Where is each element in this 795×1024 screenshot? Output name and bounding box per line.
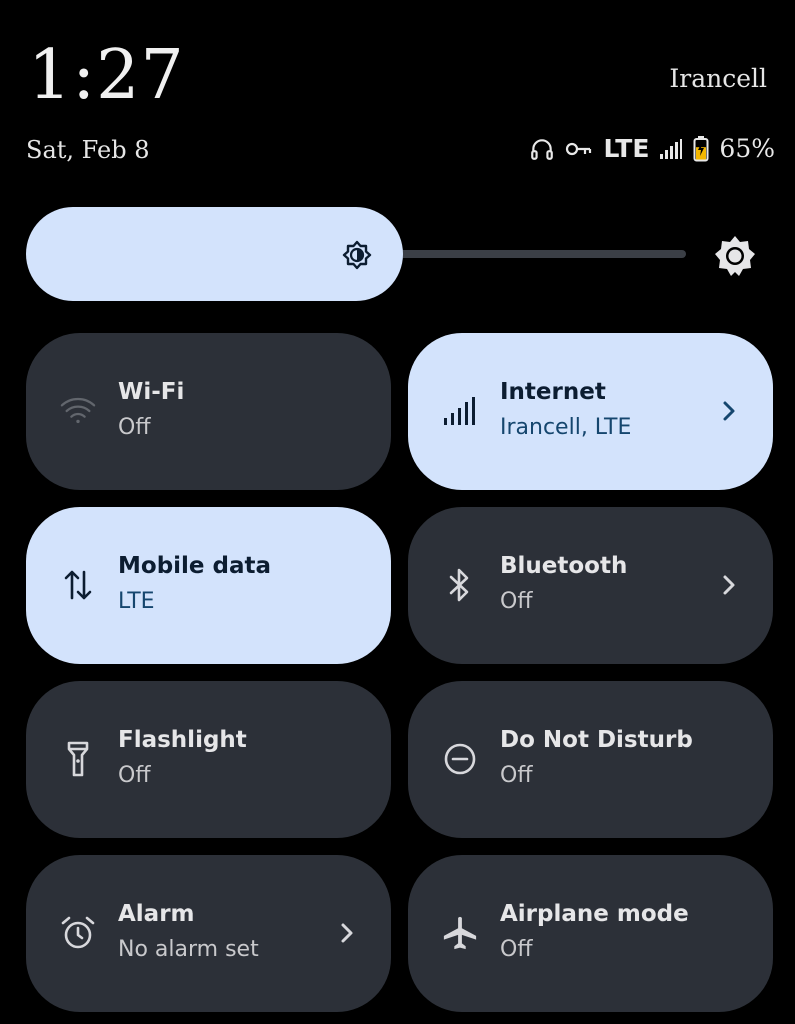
- tile-alarm-title: Alarm: [118, 901, 195, 927]
- network-type: LTE: [603, 134, 650, 163]
- do-not-disturb-icon: [442, 741, 478, 777]
- battery-charging-icon: [693, 135, 709, 162]
- airplane-icon: [442, 915, 478, 951]
- status-bar: LTE 65%: [529, 134, 775, 163]
- signal-bars-icon: [442, 393, 478, 429]
- headphones-icon: [529, 136, 555, 162]
- tile-bluetooth-status: Off: [500, 589, 533, 614]
- alarm-icon: [60, 915, 96, 951]
- brightness-auto-icon: [341, 239, 373, 275]
- tile-mobile-data[interactable]: Mobile data LTE: [26, 507, 391, 664]
- date-label[interactable]: Sat, Feb 8: [26, 136, 149, 164]
- tile-internet[interactable]: Internet Irancell, LTE: [408, 333, 773, 490]
- clock-time[interactable]: 1:27: [28, 36, 185, 116]
- tile-internet-title: Internet: [500, 379, 606, 405]
- tile-dnd-status: Off: [500, 763, 533, 788]
- quick-settings-grid: Wi-Fi Off Internet Irancell, LTE Mobile …: [26, 333, 773, 1012]
- bluetooth-icon: [442, 567, 478, 603]
- tile-airplane-title: Airplane mode: [500, 901, 689, 927]
- tile-bluetooth-title: Bluetooth: [500, 553, 628, 579]
- chevron-right-icon[interactable]: [717, 395, 741, 427]
- tile-flashlight[interactable]: Flashlight Off: [26, 681, 391, 838]
- brightness-settings-icon[interactable]: [712, 233, 758, 283]
- tile-flashlight-title: Flashlight: [118, 727, 247, 753]
- tile-flashlight-status: Off: [118, 763, 151, 788]
- tile-alarm-status: No alarm set: [118, 937, 259, 962]
- tile-internet-status: Irancell, LTE: [500, 415, 632, 440]
- tile-wifi[interactable]: Wi-Fi Off: [26, 333, 391, 490]
- tile-airplane-mode[interactable]: Airplane mode Off: [408, 855, 773, 1012]
- carrier-name: Irancell: [669, 64, 767, 93]
- mobile-data-icon: [60, 567, 96, 603]
- tile-bluetooth[interactable]: Bluetooth Off: [408, 507, 773, 664]
- tile-wifi-title: Wi-Fi: [118, 379, 185, 405]
- chevron-right-icon[interactable]: [335, 917, 359, 949]
- tile-mobile-data-title: Mobile data: [118, 553, 272, 579]
- tile-do-not-disturb[interactable]: Do Not Disturb Off: [408, 681, 773, 838]
- brightness-fill[interactable]: [26, 207, 403, 301]
- tile-airplane-status: Off: [500, 937, 533, 962]
- tile-dnd-title: Do Not Disturb: [500, 727, 693, 753]
- vpn-key-icon: [565, 138, 593, 160]
- wifi-icon: [60, 393, 96, 429]
- battery-percent: 65%: [719, 134, 775, 163]
- tile-alarm[interactable]: Alarm No alarm set: [26, 855, 391, 1012]
- brightness-slider[interactable]: [26, 207, 770, 301]
- tile-wifi-status: Off: [118, 415, 151, 440]
- tile-mobile-data-status: LTE: [118, 589, 155, 614]
- flashlight-icon: [60, 741, 96, 777]
- signal-icon: [659, 138, 683, 160]
- chevron-right-icon[interactable]: [717, 569, 741, 601]
